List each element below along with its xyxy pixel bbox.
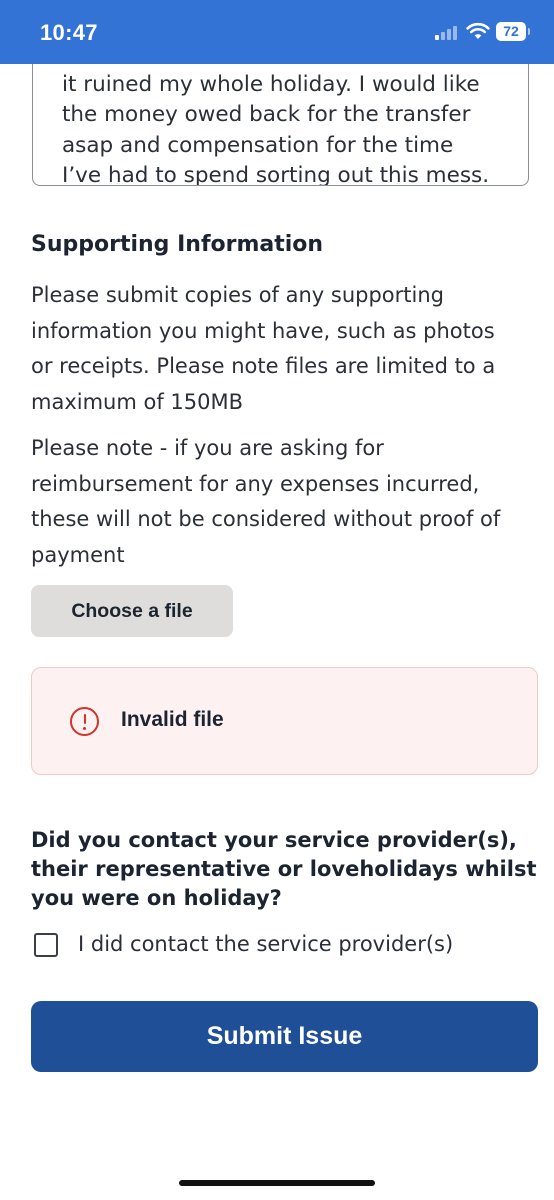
- supporting-information-heading: Supporting Information: [31, 232, 324, 257]
- paragraph-line: reimbursement for any expenses incurred,: [31, 471, 480, 496]
- paragraph-line: these will not be considered without pro…: [31, 507, 501, 531]
- question-line: Did you contact your service provider(s)…: [31, 828, 517, 852]
- status-bar: 10:47 72: [0, 0, 554, 64]
- paragraph-line: Please submit copies of any supporting: [31, 283, 444, 307]
- textarea-line: asap and compensation for the time: [62, 132, 454, 158]
- paragraph-line: or receipts. Please note files are limit…: [31, 354, 496, 378]
- error-message-text: Invalid file: [121, 708, 224, 731]
- battery-indicator: 72: [496, 22, 530, 41]
- cellular-signal-icon: [435, 24, 461, 40]
- paragraph-line: maximum of 150MB: [31, 389, 244, 414]
- textarea-line: it ruined my whole holiday. I would like: [62, 71, 480, 97]
- question-line: their representative or loveholidays whi…: [31, 857, 537, 881]
- textarea-line: the money owed back for the transfer: [62, 102, 471, 127]
- question-line: you were on holiday?: [31, 886, 282, 910]
- paragraph-line: information you might have, such as phot…: [31, 318, 495, 343]
- contact-provider-question: Did you contact your service provider(s)…: [31, 826, 536, 913]
- supporting-information-paragraph: Please submit copies of any supporting i…: [31, 278, 531, 420]
- status-time: 10:47: [40, 20, 98, 45]
- choose-file-button[interactable]: Choose a file: [31, 585, 233, 637]
- exclamation-circle-icon: [70, 707, 99, 736]
- paragraph-line: payment: [31, 542, 125, 567]
- reimbursement-note-paragraph: Please note - if you are asking for reim…: [31, 431, 531, 573]
- textarea-line: I’ve had to spend sorting out this mess.: [62, 163, 490, 186]
- wifi-icon: [466, 22, 490, 39]
- contact-provider-checkbox-label[interactable]: I did contact the service provider(s): [78, 932, 453, 956]
- contact-provider-checkbox[interactable]: [34, 933, 58, 957]
- paragraph-line: Please note - if you are asking for: [31, 436, 384, 460]
- error-message-box: Invalid file: [31, 667, 538, 775]
- home-indicator: [179, 1180, 375, 1186]
- submit-issue-button[interactable]: Submit Issue: [31, 1001, 538, 1072]
